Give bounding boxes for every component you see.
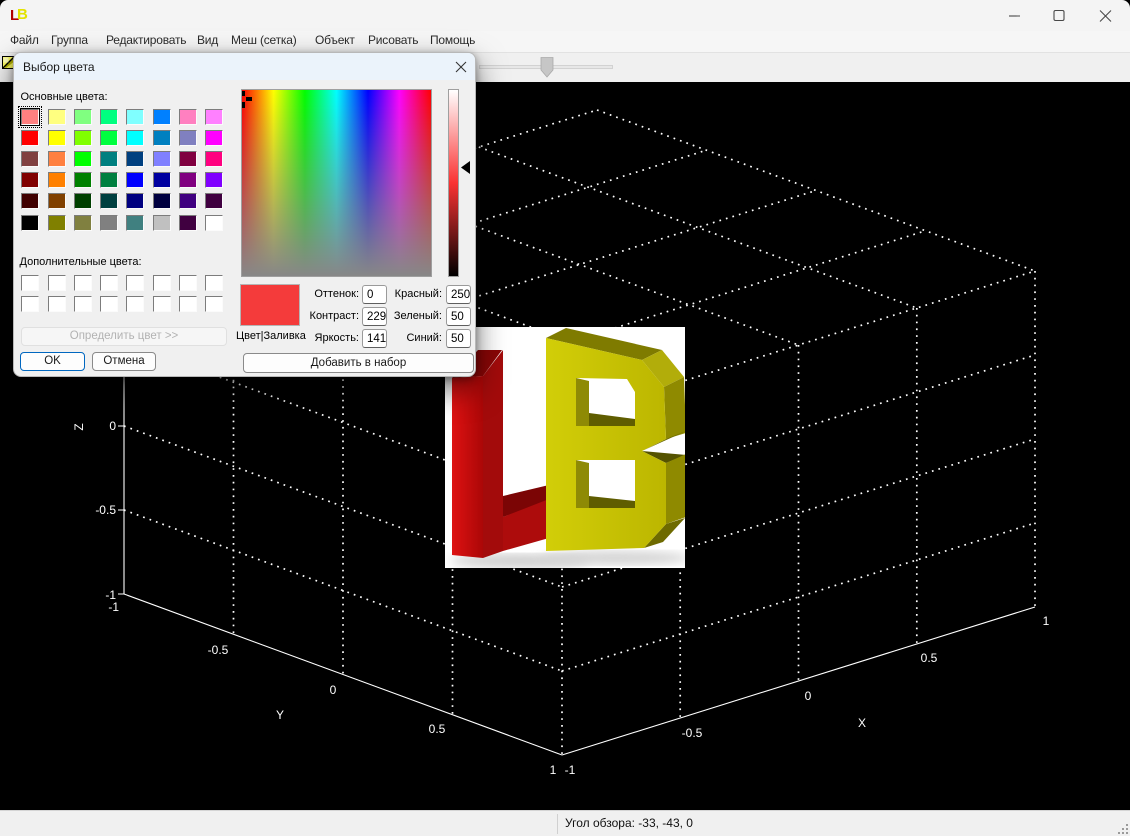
svg-text:0: 0: [109, 419, 116, 433]
svg-text:0.5: 0.5: [921, 651, 938, 665]
svg-text:1: 1: [550, 763, 557, 777]
svg-text:-0.5: -0.5: [682, 726, 703, 740]
svg-text:0.5: 0.5: [429, 722, 446, 736]
svg-text:-1: -1: [108, 600, 119, 614]
svg-text:Y: Y: [276, 708, 284, 722]
svg-text:-0.5: -0.5: [95, 503, 116, 517]
svg-text:Z: Z: [72, 423, 86, 430]
svg-text:0: 0: [330, 683, 337, 697]
svg-text:-0.5: -0.5: [208, 643, 229, 657]
svg-text:1: 1: [1043, 614, 1050, 628]
svg-text:0: 0: [805, 689, 812, 703]
svg-text:X: X: [858, 716, 866, 730]
svg-text:-1: -1: [565, 763, 576, 777]
